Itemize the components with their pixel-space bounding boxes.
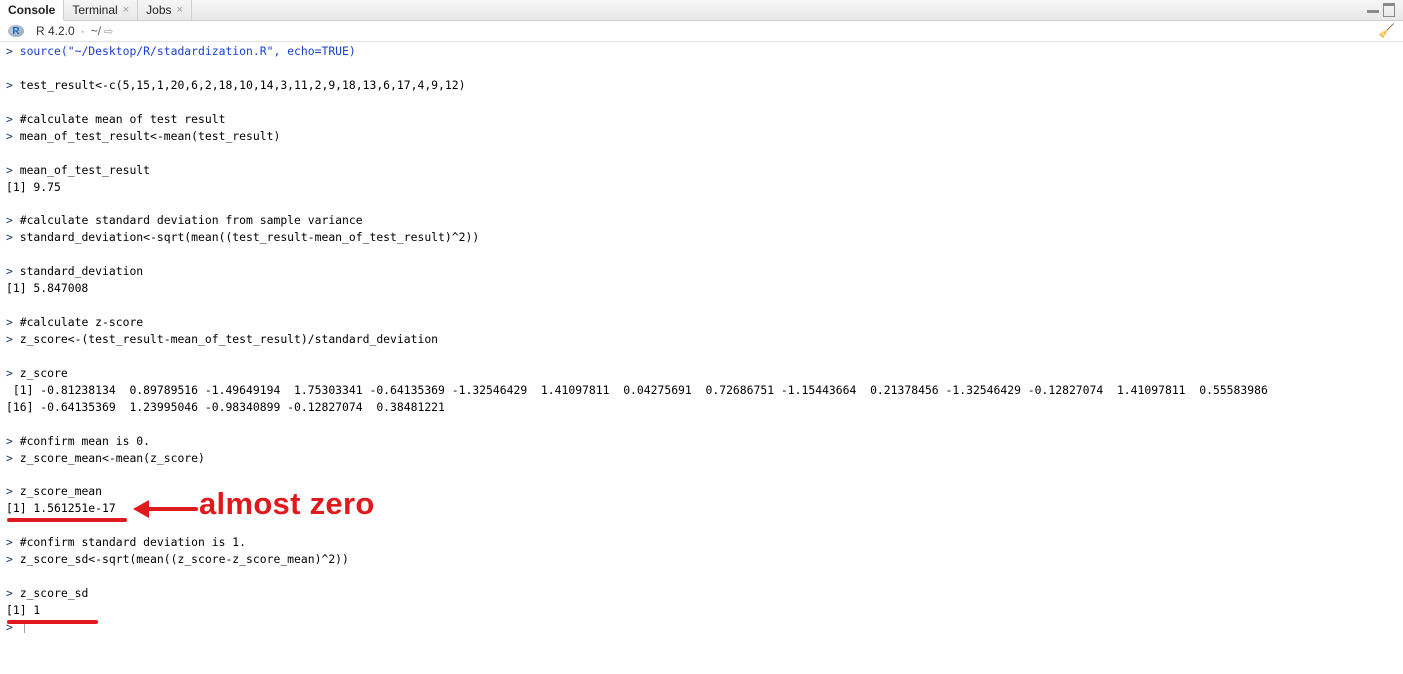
console-prompt-symbol: > xyxy=(6,535,20,550)
annotation-arrow-icon xyxy=(133,500,198,518)
console-output-line: [1] 5.847008 xyxy=(6,280,1401,297)
tab-jobs-label: Jobs xyxy=(146,3,172,17)
tab-console[interactable]: Console xyxy=(0,0,65,21)
console-prompt-symbol: > xyxy=(6,433,20,448)
rstudio-console-pane: Console Terminal × Jobs × R R 4.2.0 · ~/… xyxy=(0,0,1403,674)
console-command-line: > z_score<-(test_result-mean_of_test_res… xyxy=(6,331,1401,348)
console-prompt-symbol: > xyxy=(6,586,20,600)
pane-tab-bar: Console Terminal × Jobs × xyxy=(0,0,1403,21)
console-command-text: #confirm mean is 0. xyxy=(19,433,151,448)
console-command-text: #calculate mean of test result xyxy=(19,111,226,126)
console-command-line: > mean_of_test_result<-mean(test_result) xyxy=(6,128,1401,145)
console-command-line: > z_score_sd xyxy=(6,585,1401,602)
r-logo-icon: R xyxy=(8,25,24,37)
tab-console-label: Console xyxy=(8,3,56,17)
console-command-text: test_result<-c(5,15,1,20,6,2,18,10,14,3,… xyxy=(19,77,466,92)
console-command-line: > #calculate standard deviation from sam… xyxy=(6,212,1401,229)
clear-console-broom-icon[interactable]: 🧹 xyxy=(1379,23,1395,39)
console-prompt-symbol: > xyxy=(6,44,20,58)
console-prompt-symbol: > xyxy=(6,213,20,228)
console-prompt-symbol: > xyxy=(6,484,20,499)
tab-jobs-close-icon[interactable]: × xyxy=(177,4,183,16)
r-version-label: R 4.2.0 xyxy=(36,24,75,38)
console-output-text: [1] 5.847008 xyxy=(6,281,89,296)
console-command-line: > z_score_mean<-mean(z_score) xyxy=(6,450,1401,467)
console-output-text: [1] 1.561251e-17 xyxy=(6,501,116,516)
tab-terminal-close-icon[interactable]: × xyxy=(123,4,129,16)
console-command-text: #calculate standard deviation from sampl… xyxy=(19,213,363,228)
console-output[interactable]: > source("~/Desktop/R/stadardization.R",… xyxy=(6,43,1401,636)
tab-jobs[interactable]: Jobs × xyxy=(138,0,192,20)
console-prompt-symbol: > xyxy=(6,111,20,126)
console-command-line: > z_score_sd<-sqrt(mean((z_score-z_score… xyxy=(6,551,1401,568)
tab-terminal[interactable]: Terminal × xyxy=(64,0,139,20)
annotation-label: almost zero xyxy=(199,486,375,521)
annotation-underline-mean xyxy=(7,518,127,522)
console-command-text: standard_deviation<-sqrt(mean((test_resu… xyxy=(19,230,480,245)
console-command-text: standard_deviation xyxy=(19,264,144,279)
console-output-text: [1] 9.75 xyxy=(6,179,61,194)
console-command-line: > #confirm mean is 0. xyxy=(6,433,1401,450)
console-command-text: mean_of_test_result<-mean(test_result) xyxy=(19,128,281,143)
console-command-text: z_score_mean<-mean(z_score) xyxy=(19,450,205,465)
annotation-underline-sd xyxy=(7,620,98,624)
console-output-text: [16] -0.64135369 1.23995046 -0.98340899 … xyxy=(6,399,445,414)
console-prompt-symbol: > xyxy=(6,552,20,567)
console-command-text: #calculate z-score xyxy=(19,315,144,329)
console-prompt-symbol: > xyxy=(6,77,20,92)
console-command-line: > #confirm standard deviation is 1. xyxy=(6,534,1401,551)
pane-window-controls xyxy=(1367,3,1395,17)
console-input-prompt: > xyxy=(6,619,1401,636)
console-command-text: #confirm standard deviation is 1. xyxy=(19,535,247,550)
console-output-line: [16] -0.64135369 1.23995046 -0.98340899 … xyxy=(6,399,1401,416)
console-command-line: > standard_deviation xyxy=(6,263,1401,280)
console-command-line: > standard_deviation<-sqrt(mean((test_re… xyxy=(6,229,1401,246)
minimize-pane-icon[interactable] xyxy=(1367,3,1379,15)
console-command-line: > mean_of_test_result xyxy=(6,162,1401,179)
maximize-pane-icon[interactable] xyxy=(1383,3,1395,17)
console-command-line: > #calculate mean of test result xyxy=(6,111,1401,128)
console-prompt-symbol: > xyxy=(6,162,20,177)
console-prompt-symbol: > xyxy=(6,264,20,279)
console-command-line: > z_score xyxy=(6,365,1401,382)
console-command-text: z_score_sd<-sqrt(mean((z_score-z_score_m… xyxy=(19,552,349,567)
console-prompt-symbol: > xyxy=(6,450,20,465)
console-output-line: [1] -0.81238134 0.89789516 -1.49649194 1… xyxy=(6,382,1401,399)
console-command-line: > source("~/Desktop/R/stadardization.R",… xyxy=(6,43,1401,60)
console-command-line: > test_result<-c(5,15,1,20,6,2,18,10,14,… xyxy=(6,77,1401,94)
console-prompt-symbol: > xyxy=(6,331,20,346)
console-output-text: [1] 1 xyxy=(6,602,41,617)
console-command-text: z_score_sd xyxy=(19,586,89,600)
console-command-text: source("~/Desktop/R/stadardization.R", e… xyxy=(19,44,356,58)
console-prompt-symbol: > xyxy=(6,230,20,245)
console-toolbar: R R 4.2.0 · ~/ ⇨ 🧹 xyxy=(0,21,1403,42)
console-command-text: z_score xyxy=(19,365,68,380)
toolbar-separator: · xyxy=(80,24,85,38)
console-command-text: z_score<-(test_result-mean_of_test_resul… xyxy=(19,331,439,346)
console-command-text: mean_of_test_result xyxy=(19,162,151,177)
console-prompt-symbol: > xyxy=(6,365,20,380)
console-prompt-symbol: > xyxy=(6,128,20,143)
console-output-line: [1] 1 xyxy=(6,602,1401,619)
console-command-text: z_score_mean xyxy=(19,484,103,499)
console-command-line: > #calculate z-score xyxy=(6,314,1401,331)
console-output-line: [1] 9.75 xyxy=(6,179,1401,196)
console-prompt-symbol: > xyxy=(6,315,20,329)
console-output-text: [1] -0.81238134 0.89789516 -1.49649194 1… xyxy=(6,382,1268,397)
tab-terminal-label: Terminal xyxy=(72,3,118,17)
working-directory-label[interactable]: ~/ xyxy=(91,24,101,38)
go-to-directory-icon[interactable]: ⇨ xyxy=(104,25,113,38)
